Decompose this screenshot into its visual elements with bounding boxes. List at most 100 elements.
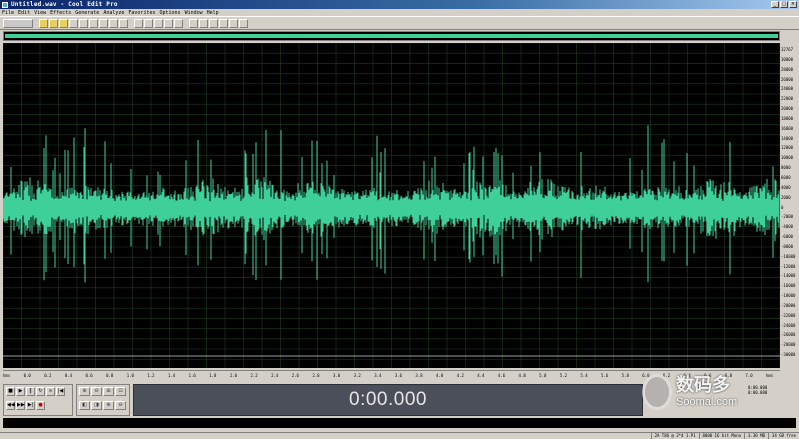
amplitude-label: -12000 [781, 263, 796, 269]
zoom-selection-icon[interactable]: ⊡ [115, 387, 126, 396]
rewind-icon[interactable]: ◀◀ [6, 400, 15, 410]
multitrack-toggle-icon[interactable] [3, 18, 33, 28]
time-tick-label: 1.4 [167, 373, 176, 378]
time-tick-label: 0.0 [23, 373, 31, 378]
time-tick-label: 3.8 [415, 373, 423, 378]
menu-help[interactable]: Help [207, 10, 219, 16]
selection-end[interactable]: 0:00.000 [748, 390, 767, 395]
zoom-right-icon[interactable]: ◨ [91, 400, 102, 410]
marker-icon[interactable] [189, 18, 198, 28]
pause-icon[interactable]: ‖ [26, 387, 35, 396]
waveform-svg[interactable] [3, 43, 780, 368]
time-tick-label: 3.4 [374, 373, 382, 378]
trim-icon[interactable] [119, 18, 128, 28]
waveform-display[interactable] [3, 43, 780, 368]
amplitude-label: -26000 [781, 332, 796, 338]
amplitude-label: -22000 [781, 312, 796, 318]
watermark-url: Soomal.com [676, 396, 738, 408]
overview-visible-range[interactable] [5, 34, 778, 38]
amplitude-label: 4000 [781, 184, 791, 190]
minimize-button[interactable]: _ [771, 1, 779, 8]
loop-icon[interactable] [199, 18, 208, 28]
menu-edit[interactable]: Edit [18, 10, 30, 16]
cue-icon[interactable] [174, 18, 183, 28]
amplitude-label: 8000 [781, 165, 791, 171]
scope-icon[interactable] [209, 18, 218, 28]
play-to-end-icon[interactable]: ↻ [36, 387, 45, 396]
time-tick-label: 4.0 [436, 373, 444, 378]
time-tick-label: 3.0 [332, 373, 341, 378]
selection-panel: 0:00.000 0:00.000 [747, 384, 796, 416]
time-tick-label: 0.8 [106, 373, 114, 378]
title-bar: Untitled.wav - Cool Edit Pro _ □ × [0, 0, 799, 9]
overview-bar[interactable] [3, 31, 780, 41]
cut-icon[interactable] [79, 18, 88, 28]
close-button[interactable]: × [789, 1, 797, 8]
play-icon[interactable]: ▶ [16, 387, 25, 396]
amplitude-label: -8000 [781, 243, 794, 249]
copy-icon[interactable] [89, 18, 98, 28]
spectral-icon[interactable] [229, 18, 238, 28]
zoom-icon[interactable] [154, 18, 163, 28]
amplitude-label: 22000 [781, 96, 794, 102]
waveform-trace[interactable] [3, 125, 780, 283]
time-tick-label: 2.0 [229, 373, 238, 378]
zoom-out-vertical-icon[interactable]: ⊖ [115, 400, 126, 410]
menu-window[interactable]: Window [185, 10, 203, 16]
mix-paste-icon[interactable] [109, 18, 118, 28]
stop-icon[interactable]: ■ [6, 387, 15, 396]
frequency-icon[interactable] [164, 18, 173, 28]
menu-options[interactable]: Options [159, 10, 180, 16]
open-icon[interactable] [49, 18, 58, 28]
fast-forward-icon[interactable]: ▶▶ [16, 400, 25, 410]
menu-view[interactable]: View [34, 10, 46, 16]
window-title: Untitled.wav - Cool Edit Pro [11, 1, 118, 8]
time-ruler[interactable]: hms 0.0 0.2 0.4 0.6 0.8 1.0 1.2 1.4 1.6 1.8 2.0 2.2 2… [3, 370, 780, 379]
amplitude-label: 30000 [781, 56, 794, 62]
time-tick-label: 0.2 [44, 373, 52, 378]
level-meter [3, 418, 796, 428]
time-tick-label: 2.2 [250, 373, 258, 378]
zoom-left-icon[interactable]: ◧ [79, 400, 90, 410]
new-icon[interactable] [39, 18, 48, 28]
zoom-out-horizontal-icon[interactable]: ⊖ [91, 387, 102, 396]
help-icon[interactable] [239, 18, 248, 28]
menu-favorites[interactable]: Favorites [128, 10, 155, 16]
time-tick-label: 5.8 [621, 373, 629, 378]
zoom-in-vertical-icon[interactable]: ⊕ [103, 400, 114, 410]
undo-icon[interactable] [69, 18, 78, 28]
zoom-full-icon[interactable]: ⊞ [103, 387, 114, 396]
menu-file[interactable]: File [2, 10, 14, 16]
time-tick-label: 1.0 [126, 373, 134, 378]
time-tick-label: 2.4 [271, 373, 279, 378]
menu-analyze[interactable]: Analyze [103, 10, 124, 16]
record-icon[interactable]: ● [36, 400, 45, 410]
status-cursor: 2A T86 @ 3*4 1.P1 [650, 433, 699, 439]
time-tick-label: 0.6 [85, 373, 93, 378]
toolbar [0, 16, 799, 30]
loop-icon[interactable]: ∞ [46, 387, 55, 396]
time-display: 0:00.000 [133, 384, 643, 416]
time-tick-label: 6.6 [704, 373, 712, 378]
time-tick-label: hms [766, 373, 774, 378]
time-tick-label: 5.2 [559, 373, 568, 378]
settings-icon[interactable] [144, 18, 153, 28]
play-icon[interactable] [134, 18, 143, 28]
zoom-in-horizontal-icon[interactable]: ⊕ [79, 387, 90, 396]
amplitude-label: -4000 [781, 224, 794, 230]
paste-icon[interactable] [99, 18, 108, 28]
maximize-button[interactable]: □ [780, 1, 788, 8]
save-icon[interactable] [59, 18, 68, 28]
current-time: 0:00.000 [349, 389, 427, 410]
amplitude-label: 18000 [781, 115, 794, 121]
amplitude-label: -20000 [781, 302, 796, 308]
menu-generate[interactable]: Generate [75, 10, 99, 16]
menu-effects[interactable]: Effects [50, 10, 71, 16]
go-end-icon[interactable]: ▶| [26, 400, 35, 410]
time-tick-label: 2.8 [312, 373, 320, 378]
meter-icon[interactable] [219, 18, 228, 28]
amplitude-ruler: 32767 30000 28000 26000 24000 22000 20000 18000… [780, 43, 799, 368]
time-tick-label: 3.6 [394, 373, 403, 378]
amplitude-label: -30000 [781, 352, 796, 358]
go-start-icon[interactable]: |◀ [56, 387, 65, 396]
